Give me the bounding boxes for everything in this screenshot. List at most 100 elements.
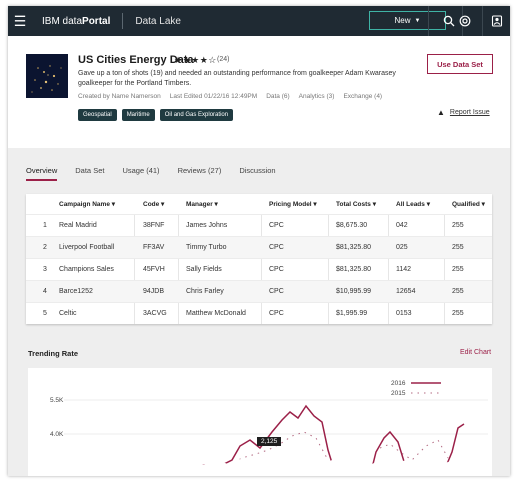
tab-reviews[interactable]: Reviews (27) [178,166,222,181]
legend-item-2015[interactable]: 2015 [391,388,442,398]
last-edited: Last Edited 01/22/16 12:49PM [169,93,258,100]
total-costs: $8,675.30 [336,222,368,229]
exchange-count[interactable]: Exchange (4) [343,93,382,100]
legend-label: 2015 [391,389,406,397]
tab-bar: Overview Data Set Usage (41) Reviews (27… [26,166,276,181]
column-header-qualified[interactable]: Qualified ▾ [452,200,485,208]
tab-data-set[interactable]: Data Set [75,166,104,181]
analytics-count[interactable]: Analytics (3) [299,93,335,100]
column-header-campaign[interactable]: Campaign Name ▾ [59,200,115,208]
manager: Matthew McDonald [186,310,246,317]
tag[interactable]: Oil and Gas Exploration [159,109,234,121]
report-issue-link[interactable]: ▲ Report Issue [437,108,490,117]
manager: Sally Fields [186,266,222,273]
code: 38FNF [143,222,165,229]
table-row[interactable]: 5 Celtic 3ACVG Matthew McDonald CPC $1,9… [26,302,492,324]
table-row[interactable]: 4 Barce1252 94JDB Chris Farley CPC $10,9… [26,280,492,302]
new-button[interactable]: New ▼ [369,11,446,30]
all-leads: 042 [396,222,408,229]
table-header: Campaign Name ▾ Code ▾ Manager ▾ Pricing… [26,194,492,214]
pricing-model: CPC [269,266,284,273]
campaign-table: Campaign Name ▾ Code ▾ Manager ▾ Pricing… [26,194,492,324]
row-index: 1 [43,222,47,229]
edit-chart-link[interactable]: Edit Chart [460,349,491,356]
legend-swatch-2016 [411,382,442,384]
chart-tooltip: 2,125 [257,437,282,446]
pricing-model: CPC [269,310,284,317]
code: 94JDB [143,288,165,295]
column-header-total-costs[interactable]: Total Costs ▾ [336,200,376,208]
column-header-pricing[interactable]: Pricing Model ▾ [269,200,317,208]
brand-prefix: IBM data [42,15,83,27]
table-row[interactable]: 2 Liverpool Football FF3AV Timmy Turbo C… [26,236,492,258]
trending-rate-title: Trending Rate [28,349,79,358]
all-leads: 1142 [396,266,412,273]
total-costs: $81,325.80 [336,244,372,251]
legend-item-2016[interactable]: 2016 [391,378,442,388]
dataset-header: US Cities Energy Data ★★★★☆ (24) Gave up… [8,36,510,148]
data-count[interactable]: Data (6) [266,93,289,100]
total-costs: $10,995.99 [336,288,372,295]
all-leads: 12654 [396,288,416,295]
user-icon[interactable] [484,6,510,36]
series-2015-line-2 [379,439,449,461]
code: FF3AV [143,244,165,251]
qualified: 255 [452,222,464,229]
y-axis-tick: 4.0K [50,431,64,438]
created-by: Created by Name Namerson [78,93,161,100]
row-index: 4 [43,288,47,295]
dataset-description: Gave up a ton of shots (19) and needed a… [78,70,396,87]
campaign-name: Celtic [59,310,77,317]
tag[interactable]: Geospatial [78,109,117,121]
menu-icon[interactable]: ☰ [8,6,32,36]
column-header-manager[interactable]: Manager ▾ [186,200,218,208]
dataset-meta: Created by Name Namerson Last Edited 01/… [78,93,382,100]
qualified: 255 [452,288,464,295]
nav-separator [428,6,429,36]
pricing-model: CPC [269,222,284,229]
campaign-name: Real Madrid [59,222,97,229]
table-row[interactable]: 1 Real Madrid 38FNF James Johns CPC $8,6… [26,214,492,236]
tab-overview[interactable]: Overview [26,166,58,181]
legend-label: 2016 [391,379,406,387]
manager: Chris Farley [186,288,224,295]
top-nav: ☰ IBM dataPortal Data Lake New ▼ [8,6,510,36]
pricing-model: CPC [269,288,284,295]
chart-legend: 2016 2015 [391,378,442,398]
nav-separator [482,6,483,36]
new-button-label: New [394,16,411,25]
row-index: 5 [43,310,47,317]
code: 3ACVG [143,310,167,317]
row-index: 2 [43,244,47,251]
total-costs: $81,325.80 [336,266,372,273]
nav-divider [122,13,124,29]
campaign-name: Barce1252 [59,288,93,295]
rating-count: (24) [217,56,230,63]
total-costs: $1,995.99 [336,310,368,317]
tab-usage[interactable]: Usage (41) [122,166,159,181]
qualified: 255 [452,310,464,317]
use-data-set-button[interactable]: Use Data Set [427,54,493,74]
brand-logo[interactable]: IBM dataPortal [42,16,110,27]
brand-bold: Portal [82,15,111,27]
nav-section-title[interactable]: Data Lake [135,16,181,27]
row-index: 3 [43,266,47,273]
table-row[interactable]: 3 Champions Sales 45FVH Sally Fields CPC… [26,258,492,280]
all-leads: 0153 [396,310,412,317]
column-header-all-leads[interactable]: All Leads ▾ [396,200,430,208]
help-icon[interactable] [452,6,478,36]
chevron-down-icon: ▼ [414,17,421,24]
column-header-code[interactable]: Code ▾ [143,200,164,208]
dataset-thumbnail [26,54,68,98]
tag[interactable]: Maritime [121,109,155,121]
tag-list: Geospatial Maritime Oil and Gas Explorat… [78,109,234,121]
torn-edge [28,458,492,476]
tab-discussion[interactable]: Discussion [239,166,275,181]
pricing-model: CPC [269,244,284,251]
qualified: 255 [452,244,464,251]
y-axis-tick: 5.5K [50,397,64,404]
rating-stars[interactable]: ★★★★☆ [174,55,217,66]
campaign-name: Champions Sales [59,266,114,273]
report-issue-label: Report Issue [449,109,490,116]
manager: James Johns [186,222,228,229]
